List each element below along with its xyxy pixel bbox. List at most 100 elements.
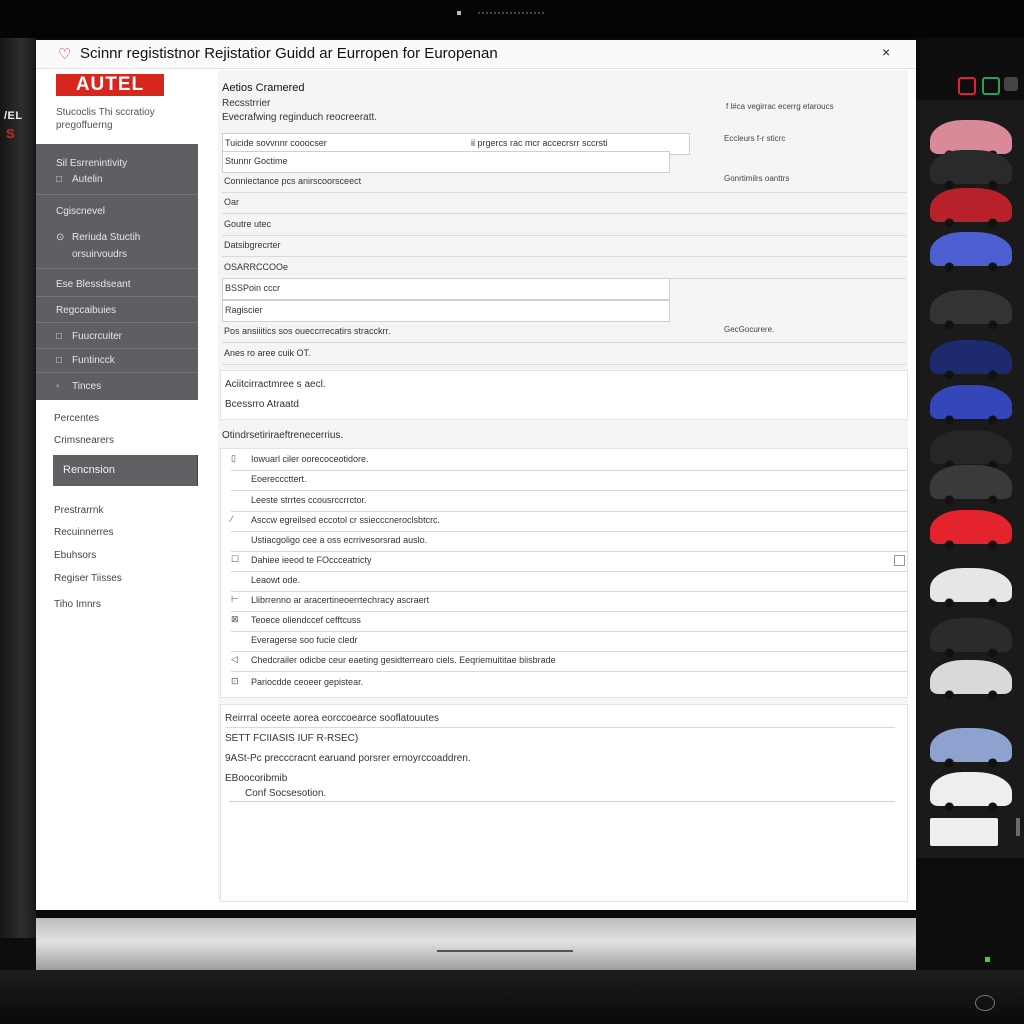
side-link[interactable]: Regiser Tiisses (54, 573, 122, 584)
footer-field[interactable]: Conf Socsesotion. (229, 785, 895, 802)
nav-item-label: Sil Esrrenintivity (56, 158, 128, 169)
vehicle-thumb[interactable] (930, 290, 1012, 330)
vehicle-thumb[interactable] (930, 120, 1012, 160)
list-item[interactable]: Everagerse soo fucie cledr (231, 632, 907, 652)
vehicle-thumb[interactable] (930, 430, 1012, 470)
vehicle-thumb[interactable] (930, 568, 1012, 608)
list-item[interactable]: ⊢ Llibrrenno ar aracertineoerrtechracy a… (231, 592, 907, 612)
sidebar-action-button[interactable]: Rencnsion (53, 455, 198, 486)
side-link[interactable]: Crimsnearers (54, 435, 114, 446)
nav-item-label: Reriuda Stuctih (72, 232, 141, 243)
footer-line: 9ASt-Pc precccracnt earuand porsrer erno… (225, 753, 471, 764)
field-value: ii prgercs rac mcr accecrsrr sccrsti (471, 138, 608, 148)
side-note: f l#ca vegirrac ecerrg etaroucs (726, 102, 834, 111)
side-link[interactable]: Tiho Imnrs (54, 599, 101, 610)
vehicle-thumb[interactable] (930, 618, 1012, 658)
square-icon: □ (56, 331, 63, 342)
left-bezel: /EL S (0, 38, 36, 938)
checkbox-icon: ☐ (231, 554, 240, 564)
list-item[interactable]: ⊡ Pariocdde ceoeer gepistear. (231, 674, 907, 693)
list-item[interactable]: ◁ Chedcrailer odicbe ceur eaeting gesidt… (231, 652, 907, 672)
footer-line: EBoocoribmib (225, 773, 288, 784)
list-item[interactable]: Leaowt ode. (231, 572, 907, 592)
nav-item-label: Ese Blessdseant (56, 279, 131, 290)
form-row[interactable]: Goutre utec (222, 215, 906, 236)
vehicle-thumb[interactable] (930, 232, 1012, 272)
vehicle-thumb[interactable] (930, 465, 1012, 505)
vehicle-thumb[interactable] (930, 772, 1012, 812)
vehicle-thumb[interactable] (930, 150, 1012, 190)
vehicle-thumb[interactable] (930, 188, 1012, 228)
desk-surface (0, 970, 1024, 1024)
right-panel-badge (930, 818, 998, 846)
field-label: Datsibgrecrter (224, 240, 281, 250)
bezel-mark: S (6, 126, 15, 141)
form-row[interactable]: OSARRCCOOe (222, 258, 906, 279)
list-item[interactable]: Ustiacgoligo cee a oss ecrrivesorsrad au… (231, 532, 907, 552)
list-item-text: Everagerse soo fucie cledr (251, 635, 358, 645)
vehicle-thumb[interactable] (930, 510, 1012, 550)
form-row[interactable]: Pos ansiiitics sos oueccrrecatirs stracc… (222, 322, 906, 343)
vehicle-thumb[interactable] (930, 340, 1012, 380)
heart-icon: ♡ (58, 46, 72, 63)
list-item[interactable]: Leeste strrtes ccousrccrrctor. (231, 492, 907, 512)
form-row[interactable]: Conniectance pcs anirscoorsceect (222, 172, 906, 193)
form-field[interactable]: Ragiscier (222, 300, 670, 322)
vehicle-thumb[interactable] (930, 660, 1012, 700)
nav-divider (36, 348, 198, 349)
side-link[interactable]: Prestrarrnk (54, 505, 103, 516)
list-item[interactable]: ⊠ Teoece oliendccef cefftcuss (231, 612, 907, 632)
nav-divider (36, 194, 198, 195)
form-field[interactable]: Stunnr Goctime (222, 151, 670, 173)
record-icon[interactable] (958, 77, 976, 95)
brand-subtitle: Stucoclis Thi sccratioy pregoffuerng (56, 107, 155, 131)
app-window: ♡ Scinnr regististnor Rejistatior Guidd … (36, 40, 916, 910)
list-item[interactable]: Eoerecccttert. (231, 471, 907, 491)
list-item[interactable]: ☐ Dahiee ieeod te FOccceatricty (231, 552, 907, 572)
nav-item-label: Fuucrcuiter (72, 331, 123, 342)
side-link[interactable]: Recuinnerres (54, 527, 113, 538)
title-bar: ♡ Scinnr regististnor Rejistatior Guidd … (36, 40, 916, 69)
field-label: BSSPoin cccr (225, 283, 281, 293)
status-icon[interactable] (982, 77, 1000, 95)
field-label: Goutre utec (224, 219, 272, 229)
vehicle-thumb[interactable] (930, 385, 1012, 425)
side-link[interactable]: Percentes (54, 413, 99, 424)
footer-divider (225, 727, 895, 728)
laptop-slot (437, 950, 573, 952)
right-panel-tick (1016, 818, 1020, 836)
section-title: Otindrsetiriraeftrenecerrius. (222, 430, 344, 441)
menu-icon[interactable] (1004, 77, 1018, 91)
form-row[interactable]: Oar (222, 193, 906, 214)
square-icon: □ (56, 174, 63, 185)
status-line: Bcessrro Atraatd (225, 399, 299, 410)
field-label: Oar (224, 197, 240, 207)
form-row[interactable]: Datsibgrecrter (222, 236, 906, 257)
list-item[interactable]: ▯ Iowuarl ciler oorecoceotidore. (231, 451, 907, 471)
list-item[interactable]: ⁄ Asccw egreilsed eccotol cr ssiecccnero… (231, 512, 907, 532)
side-link[interactable]: Ebuhsors (54, 550, 96, 561)
status-line: Aciitcirractmree s aecl. (225, 379, 326, 390)
nav-item-label: orsuirvoudrs (72, 249, 128, 260)
vehicle-thumb[interactable] (930, 728, 1012, 768)
form-row[interactable]: Anes ro aree cuik OT. (222, 344, 906, 365)
list-item-text: Teoece oliendccef cefftcuss (251, 615, 361, 625)
footer-card: Reirrral oceete aorea eorccoearce soofla… (220, 704, 908, 902)
camera-dot (457, 11, 461, 15)
list-item-text: Eoerecccttert. (251, 474, 307, 484)
form-field[interactable]: BSSPoin cccr (222, 278, 670, 300)
window-title: Scinnr regististnor Rejistatior Guidd ar… (80, 45, 498, 62)
footer-title: Reirrral oceete aorea eorccoearce soofla… (225, 713, 440, 724)
close-button[interactable]: × (882, 44, 890, 60)
page-subheading: Recsstrrier (222, 98, 271, 109)
top-dash (478, 12, 544, 16)
page-heading: Aetios Cramered (222, 82, 305, 94)
attachment-icon[interactable] (894, 555, 905, 566)
status-card: Aciitcirractmree s aecl. Bcessrro Atraat… (220, 370, 908, 420)
nav-item-label: Autelin (72, 174, 103, 185)
footer-line: SETT FCIIASIS IUF R-RSEC) (225, 733, 359, 744)
nav-divider (36, 372, 198, 373)
back-icon: ◁ (231, 654, 238, 664)
grid-icon: ⊠ (231, 614, 239, 624)
list-item-text: Iowuarl ciler oorecoceotidore. (251, 454, 369, 464)
